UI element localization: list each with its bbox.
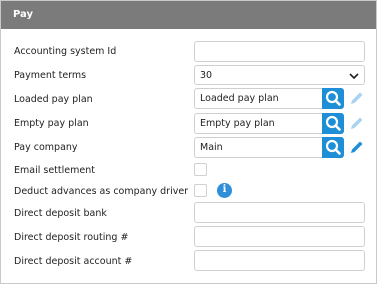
panel-header: Pay <box>1 1 376 29</box>
pay-panel: Pay Accounting system Id Payment terms 3… <box>0 0 377 284</box>
email-settlement-label: Email settlement <box>14 165 95 176</box>
direct-deposit-routing-input[interactable] <box>194 226 365 247</box>
direct-deposit-bank-label: Direct deposit bank <box>14 208 107 219</box>
empty-pay-plan-search-button[interactable] <box>322 113 344 134</box>
loaded-pay-plan-search-button[interactable] <box>322 88 344 109</box>
payment-terms-label: Payment terms <box>14 70 87 81</box>
search-icon <box>325 115 341 131</box>
payment-terms-value: 30 <box>200 70 213 81</box>
deduct-advances-checkbox[interactable] <box>194 184 207 197</box>
panel-title: Pay <box>13 9 34 20</box>
search-icon <box>325 90 341 106</box>
accounting-system-id-label: Accounting system Id <box>14 46 117 57</box>
accounting-system-id-input[interactable] <box>194 41 365 62</box>
loaded-pay-plan-input[interactable]: Loaded pay plan <box>194 88 322 109</box>
pay-company-search-button[interactable] <box>322 137 344 158</box>
pencil-icon[interactable] <box>349 115 365 131</box>
pencil-icon[interactable] <box>349 90 365 106</box>
pay-company-lookup: Main <box>194 137 344 158</box>
direct-deposit-account-label: Direct deposit account # <box>14 256 133 267</box>
pay-company-label: Pay company <box>14 142 78 153</box>
direct-deposit-account-input[interactable] <box>194 250 365 271</box>
loaded-pay-plan-label: Loaded pay plan <box>14 94 93 105</box>
pencil-icon[interactable] <box>349 139 365 155</box>
info-icon[interactable]: i <box>217 183 232 198</box>
empty-pay-plan-label: Empty pay plan <box>14 118 89 129</box>
payment-terms-select[interactable]: 30 <box>194 65 365 85</box>
email-settlement-checkbox[interactable] <box>194 163 207 176</box>
pay-company-input[interactable]: Main <box>194 137 322 158</box>
loaded-pay-plan-value: Loaded pay plan <box>200 93 279 104</box>
search-icon <box>325 139 341 155</box>
loaded-pay-plan-lookup: Loaded pay plan <box>194 88 344 109</box>
direct-deposit-routing-label: Direct deposit routing # <box>14 232 129 243</box>
pay-company-value: Main <box>200 142 223 153</box>
deduct-advances-label: Deduct advances as company driver <box>14 186 189 197</box>
empty-pay-plan-input[interactable]: Empty pay plan <box>194 113 322 134</box>
chevron-down-icon <box>349 73 359 80</box>
empty-pay-plan-value: Empty pay plan <box>200 118 275 129</box>
empty-pay-plan-lookup: Empty pay plan <box>194 113 344 134</box>
direct-deposit-bank-input[interactable] <box>194 202 365 223</box>
